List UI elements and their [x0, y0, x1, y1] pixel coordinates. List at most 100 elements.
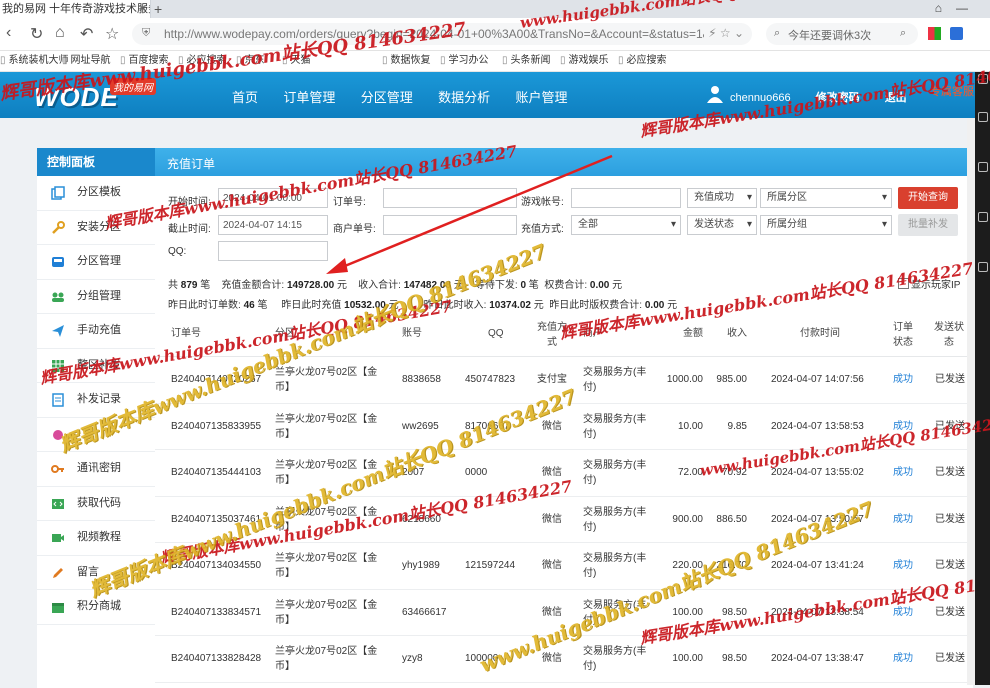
merchant-no-input[interactable]: [383, 215, 517, 235]
dock-icon[interactable]: [978, 212, 988, 222]
send-status-select[interactable]: 发送状态: [687, 215, 757, 235]
table-row[interactable]: B240407135037461 兰亭火龙07号02区【金币】 6218660 微信 交…: [155, 496, 973, 543]
sidebar-item-zone-manage[interactable]: 分区管理: [37, 245, 155, 280]
cell-order-status[interactable]: 成功: [893, 372, 913, 387]
bookmark-item[interactable]: 天猫: [282, 51, 311, 71]
back-icon[interactable]: ‹: [6, 24, 11, 42]
table-row[interactable]: B240407133834571 兰亭火龙07号02区【金币】 63466617 微信…: [155, 589, 973, 636]
window-controls[interactable]: ⌂—: [935, 1, 982, 15]
close-icon[interactable]: ✕: [138, 0, 147, 18]
shirt-icon[interactable]: ⌂: [935, 1, 956, 15]
address-text[interactable]: http://www.wodepay.com/orders/query?begi…: [164, 27, 704, 41]
bookmark-item[interactable]: 网址导航: [62, 51, 111, 71]
cell-order-status[interactable]: 成功: [893, 465, 913, 480]
batch-reissue-button[interactable]: 批量补发: [898, 214, 958, 236]
apps-icon[interactable]: [928, 27, 941, 40]
cell-send-status: 已发送: [935, 560, 965, 571]
col-account[interactable]: 账号: [402, 326, 422, 341]
exclusive-service-link[interactable]: 专属客服: [930, 83, 974, 99]
browser-tab[interactable]: 我的易网 十年传奇游戏技术服务 ✕: [0, 0, 151, 18]
col-zone[interactable]: 分区: [275, 326, 295, 341]
col-merchant[interactable]: 商户: [583, 326, 603, 341]
minimize-icon[interactable]: —: [956, 1, 982, 15]
reload-icon[interactable]: ↻: [30, 24, 43, 44]
order-no-input[interactable]: [383, 188, 517, 208]
dock-icon[interactable]: [978, 74, 988, 84]
logout-link[interactable]: 退出: [885, 92, 907, 104]
sidebar-item-message[interactable]: 留言: [37, 556, 155, 590]
sidebar-item-zone-reissue[interactable]: 整区补发: [37, 349, 155, 383]
sidebar-item-points-mall[interactable]: 积分商城: [37, 590, 155, 625]
col-method[interactable]: 充值方式: [537, 320, 567, 350]
game-account-input[interactable]: [571, 188, 681, 208]
col-order-status[interactable]: 订单状态: [890, 320, 916, 350]
logo[interactable]: WODE: [34, 82, 119, 113]
browser-search[interactable]: ⌕ 今年还要调休3次 ⌕: [766, 23, 918, 45]
nav-orders[interactable]: 订单管理: [283, 90, 335, 105]
new-tab-icon[interactable]: +: [154, 0, 162, 18]
bookmark-item[interactable]: 系统装机大师: [0, 51, 69, 71]
address-bar[interactable]: ⛨ http://www.wodepay.com/orders/query?be…: [132, 23, 752, 45]
col-send-status[interactable]: 发送状态: [933, 320, 965, 350]
nav-home[interactable]: 首页: [232, 90, 258, 105]
bookmark-item[interactable]: 游戏娱乐: [560, 51, 609, 71]
change-password-link[interactable]: 修改密码: [816, 92, 860, 104]
col-qq[interactable]: QQ: [488, 326, 504, 341]
table-row[interactable]: B240407134034550 兰亭火龙07号02区【金币】 yhy1989 121…: [155, 542, 973, 590]
cell-order-status[interactable]: 成功: [893, 605, 913, 620]
table-row[interactable]: B240407140720267 兰亭火龙07号02区【金币】 8838658 450…: [155, 356, 973, 404]
sidebar-item-group-manage[interactable]: 分组管理: [37, 280, 155, 314]
star-icon[interactable]: ☆: [105, 24, 119, 44]
search-placeholder[interactable]: 今年还要调休3次: [788, 27, 871, 43]
status-select[interactable]: 充值成功: [687, 188, 757, 208]
sidebar-item-manual-recharge[interactable]: 手动充值: [37, 314, 155, 349]
search-go-icon[interactable]: ⌕: [900, 27, 906, 40]
end-time-input[interactable]: 2024-04-07 14:15: [218, 215, 328, 235]
cell-order-status[interactable]: 成功: [893, 558, 913, 573]
dock-icon[interactable]: [978, 262, 988, 272]
start-time-input[interactable]: 2024-04-01 00:00: [218, 188, 328, 208]
sidebar-item-get-code[interactable]: 获取代码: [37, 487, 155, 521]
table-row[interactable]: B240407133828428 兰亭火龙07号02区【金币】 yzy8 100000…: [155, 635, 973, 683]
cell-order-status[interactable]: 成功: [893, 512, 913, 527]
table-row[interactable]: B240407135833955 兰亭火龙07号02区【金币】 ww2695 8170…: [155, 403, 973, 450]
scrollbar[interactable]: [967, 118, 975, 685]
nav-analytics[interactable]: 数据分析: [438, 90, 490, 105]
search-button[interactable]: 开始查询: [898, 187, 958, 209]
bookmark-item[interactable]: 京东: [236, 51, 265, 71]
bookmark-item[interactable]: 百度搜索: [120, 51, 169, 71]
nav-account[interactable]: 账户管理: [515, 90, 567, 105]
table-row[interactable]: B240407135444103 兰亭火龙07号02区【金币】 2007 0000 微信…: [155, 449, 973, 497]
group-select[interactable]: 所属分组: [760, 215, 892, 235]
zone-select[interactable]: 所属分区: [760, 188, 892, 208]
col-amount[interactable]: 金额: [675, 326, 703, 341]
sidebar-item-video-tutorial[interactable]: 视频教程: [37, 521, 155, 556]
undo-icon[interactable]: ↶: [80, 24, 93, 44]
pay-method-select[interactable]: 全部: [571, 215, 681, 235]
bookmark-item[interactable]: 必应搜索: [618, 51, 667, 71]
sidebar-item-comm-key[interactable]: 通讯密钥: [37, 452, 155, 487]
cell-order-status[interactable]: 成功: [893, 419, 913, 434]
bookmark-item[interactable]: 学习办公: [440, 51, 489, 71]
sidebar-label: 整区补发: [77, 358, 121, 371]
home-icon[interactable]: ⌂: [55, 24, 65, 42]
nav-zones[interactable]: 分区管理: [361, 90, 413, 105]
col-income[interactable]: 收入: [727, 326, 747, 341]
sidebar-item-zone-template[interactable]: 分区模板: [37, 176, 155, 211]
bookmark-item[interactable]: 头条新闻: [502, 51, 551, 71]
bookmark-item[interactable]: 数据恢复: [382, 51, 431, 71]
dock-icon[interactable]: [978, 112, 988, 122]
sidebar-item-hidden[interactable]: [37, 418, 155, 452]
col-pay-time[interactable]: 付款时间: [800, 326, 840, 341]
sidebar-item-install-zone[interactable]: 安装分区: [37, 211, 155, 245]
address-actions[interactable]: ⚡ ☆ ⌄: [708, 26, 744, 40]
dock-icon[interactable]: [978, 162, 988, 172]
bookmark-item[interactable]: 必应搜索: [178, 51, 227, 71]
sidebar-title: 控制面板: [37, 148, 155, 176]
qq-input[interactable]: [218, 241, 328, 261]
col-order-no[interactable]: 订单号: [171, 326, 201, 341]
show-ip-checkbox[interactable]: [898, 278, 909, 289]
puzzle-icon[interactable]: [950, 27, 963, 40]
sidebar-item-reissue-log[interactable]: 补发记录: [37, 383, 155, 418]
cell-order-status[interactable]: 成功: [893, 651, 913, 666]
